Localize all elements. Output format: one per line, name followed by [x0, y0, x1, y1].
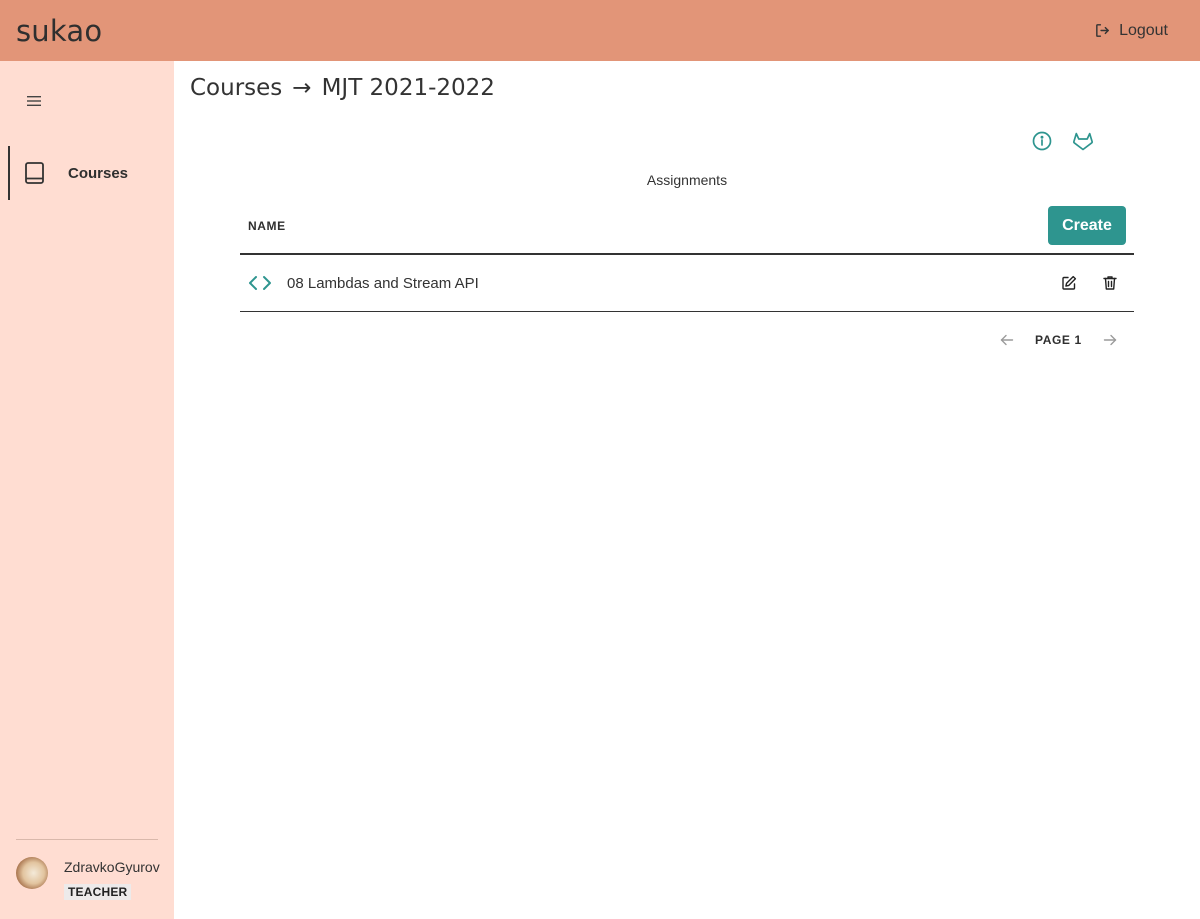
info-button[interactable] — [1031, 130, 1053, 152]
menu-toggle-button[interactable] — [26, 94, 42, 108]
brand-logo[interactable]: sukao — [16, 14, 102, 48]
book-icon — [25, 162, 44, 184]
trash-icon — [1103, 276, 1117, 290]
edit-icon — [1062, 275, 1077, 290]
arrow-right-icon — [1103, 334, 1116, 346]
user-info: ZdravkoGyurov TEACHER — [64, 857, 160, 900]
assignment-name[interactable]: 08 Lambdas and Stream API — [287, 275, 1061, 292]
app-header: sukao Logout — [0, 0, 1200, 61]
info-icon — [1032, 131, 1052, 151]
sidebar-divider — [16, 839, 158, 840]
code-icon — [248, 274, 272, 292]
create-button[interactable]: Create — [1048, 206, 1126, 245]
user-profile: ZdravkoGyurov TEACHER — [16, 857, 160, 900]
delete-button[interactable] — [1102, 275, 1118, 291]
breadcrumb: Courses → MJT 2021-2022 — [190, 75, 495, 101]
sidebar-item-courses[interactable]: Courses — [8, 146, 174, 200]
course-actions — [1031, 130, 1094, 152]
logout-label: Logout — [1119, 21, 1168, 39]
logout-icon — [1096, 24, 1109, 37]
edit-button[interactable] — [1061, 275, 1077, 291]
breadcrumb-current: MJT 2021-2022 — [321, 75, 495, 101]
breadcrumb-separator: → — [292, 75, 312, 101]
gitlab-icon — [1072, 132, 1094, 151]
row-actions — [1061, 275, 1118, 291]
sidebar-item-label: Courses — [68, 164, 129, 182]
assignments-table: NAME Create 08 Lambdas and Stream API — [240, 198, 1134, 312]
breadcrumb-courses-link[interactable]: Courses — [190, 75, 282, 101]
prev-page-button[interactable] — [1000, 333, 1014, 347]
table-header: NAME Create — [240, 198, 1134, 255]
avatar — [16, 857, 48, 889]
column-header-name: NAME — [248, 218, 286, 233]
arrow-left-icon — [1000, 334, 1014, 346]
username: ZdravkoGyurov — [64, 859, 160, 875]
gitlab-button[interactable] — [1072, 130, 1094, 152]
sidebar: Courses ZdravkoGyurov TEACHER — [0, 61, 174, 919]
next-page-button[interactable] — [1103, 333, 1117, 347]
role-badge: TEACHER — [64, 884, 132, 900]
table-row[interactable]: 08 Lambdas and Stream API — [240, 255, 1134, 312]
logout-button[interactable]: Logout — [1094, 22, 1168, 40]
hamburger-icon — [27, 96, 41, 106]
assignments-title: Assignments — [646, 172, 728, 188]
pagination: PAGE 1 — [1000, 333, 1117, 347]
page-indicator: PAGE 1 — [1035, 333, 1082, 347]
